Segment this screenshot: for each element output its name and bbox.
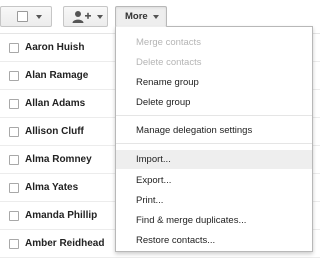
menu-item-label: Merge contacts [136, 37, 201, 48]
row-checkbox[interactable] [9, 183, 19, 193]
caret-down-icon [153, 15, 159, 19]
menu-separator [116, 143, 312, 144]
menu-separator [116, 115, 312, 116]
menu-item-rename-group[interactable]: Rename group [116, 73, 312, 92]
menu-item-label: Delete group [136, 97, 191, 108]
menu-item-label: Import... [136, 154, 171, 165]
menu-item-delete-contacts: Delete contacts [116, 53, 312, 72]
contact-name[interactable]: Allan Adams [25, 98, 85, 109]
menu-item-label: Export... [136, 175, 172, 186]
menu-item-manage-delegation[interactable]: Manage delegation settings [116, 121, 312, 140]
contact-name[interactable]: Alma Yates [25, 182, 78, 193]
row-checkbox[interactable] [9, 155, 19, 165]
menu-item-label: Rename group [136, 77, 199, 88]
contact-name[interactable]: Allison Cluff [25, 126, 84, 137]
menu-item-find-merge-duplicates[interactable]: Find & merge duplicates... [116, 211, 312, 230]
contact-name[interactable]: Alma Romney [25, 154, 92, 165]
caret-down-icon [97, 15, 103, 19]
row-checkbox[interactable] [9, 43, 19, 53]
more-actions-menu: Merge contacts Delete contacts Rename gr… [115, 26, 313, 252]
add-person-icon [72, 11, 91, 23]
menu-item-label: Manage delegation settings [136, 125, 253, 136]
contact-name[interactable]: Aaron Huish [25, 42, 84, 53]
row-checkbox[interactable] [9, 211, 19, 221]
more-button-label: More [125, 11, 148, 22]
menu-item-label: Restore contacts... [136, 235, 216, 246]
menu-item-label: Delete contacts [136, 57, 202, 68]
checkbox-icon [17, 11, 28, 22]
menu-item-export[interactable]: Export... [116, 171, 312, 190]
row-checkbox[interactable] [9, 99, 19, 109]
menu-item-merge-contacts: Merge contacts [116, 33, 312, 52]
row-checkbox[interactable] [9, 239, 19, 249]
menu-item-delete-group[interactable]: Delete group [116, 93, 312, 112]
menu-item-restore-contacts[interactable]: Restore contacts... [116, 231, 312, 250]
menu-item-label: Print... [136, 195, 164, 206]
more-button[interactable]: More [115, 6, 167, 27]
row-checkbox[interactable] [9, 127, 19, 137]
contact-name[interactable]: Amber Reidhead [25, 238, 104, 249]
select-contacts-button[interactable] [0, 6, 52, 27]
contact-name[interactable]: Amanda Phillip [25, 210, 97, 221]
contact-name[interactable]: Alan Ramage [25, 70, 88, 81]
menu-item-import[interactable]: Import... [116, 150, 312, 169]
caret-down-icon [36, 15, 42, 19]
add-to-group-button[interactable] [63, 6, 108, 27]
menu-item-label: Find & merge duplicates... [136, 215, 247, 226]
row-checkbox[interactable] [9, 71, 19, 81]
menu-item-print[interactable]: Print... [116, 191, 312, 210]
